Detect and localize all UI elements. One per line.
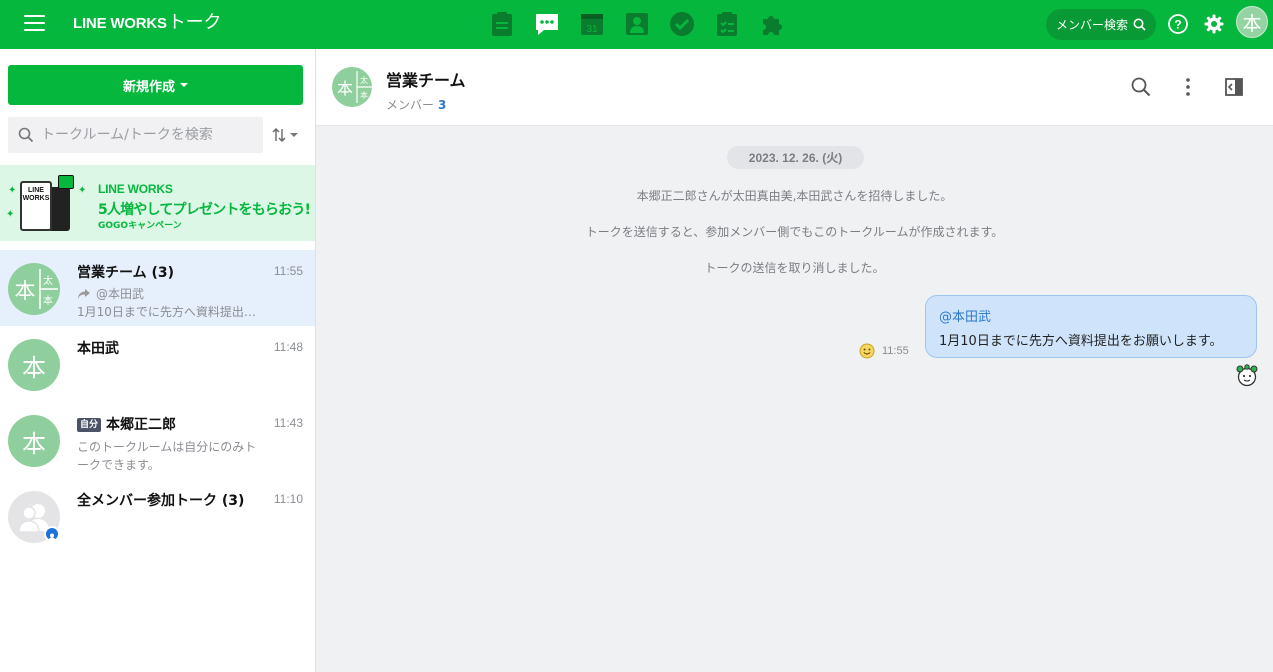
system-message: 本郷正二郎さんが太田真由美,本田武さんを招待しました。: [636, 189, 953, 203]
talk-room-item[interactable]: 本 自分 本郷正二郎 11:43 このトークルームは自分にのみトークできます。: [0, 402, 315, 478]
member-search-button[interactable]: メンバー検索: [1046, 9, 1156, 40]
talk-search-input[interactable]: [41, 127, 251, 143]
new-talk-button[interactable]: 新規作成: [8, 65, 303, 105]
room-name: 本田武: [77, 341, 119, 357]
top-bar: LINE WORKSトーク 31 メンバー検索 ? 本: [0, 0, 1273, 49]
talk-room-item[interactable]: 本 本田武 11:48: [0, 326, 315, 402]
members-label: メンバー: [386, 98, 435, 112]
menu-icon[interactable]: [24, 15, 45, 32]
message-mention[interactable]: @本田武: [939, 306, 1256, 325]
caret-down-icon: [290, 133, 298, 137]
system-message: トークの送信を取り消しました。: [704, 261, 885, 275]
search-icon: [18, 127, 34, 143]
sparkle-icon: ✦: [6, 209, 15, 220]
sparkle-icon: ✦: [8, 185, 17, 196]
app-title: LINE WORKSトーク: [73, 11, 221, 36]
user-avatar: 本: [8, 415, 60, 467]
gift-icon: [58, 175, 74, 189]
sort-icon: [272, 128, 286, 142]
talk-icon[interactable]: [533, 10, 561, 38]
extension-icon[interactable]: [758, 10, 786, 38]
avatar-char-small: 本: [43, 294, 53, 307]
survey-icon[interactable]: [713, 10, 741, 38]
room-name: 営業チーム (3): [77, 265, 174, 281]
avatar-char: 本: [337, 79, 353, 98]
talk-room-list: 本 太 本 営業チーム (3) 11:55 @本田武 1月10日までに先方へ資料…: [0, 250, 315, 554]
message-text: 1月10日までに先方へ資料提出をお願いします。: [939, 334, 1223, 349]
svg-text:31: 31: [586, 24, 598, 35]
gear-icon[interactable]: [1203, 13, 1225, 35]
room-name: 本郷正二郎: [106, 417, 177, 433]
caret-down-icon: [180, 83, 188, 87]
avatar-char-small: 本: [360, 90, 368, 100]
read-mascot-icon: [1235, 363, 1259, 387]
sparkle-icon: ✦: [78, 185, 87, 196]
board-icon[interactable]: [488, 10, 516, 38]
chat-area: 2023. 12. 26. (火) 本郷正二郎さんが太田真由美,本田武さんを招待…: [316, 126, 1273, 672]
search-icon: [1133, 18, 1146, 31]
member-count[interactable]: メンバー 3: [386, 96, 446, 113]
phone-illustration: LINE WORKS: [20, 181, 52, 231]
room-time: 11:48: [273, 340, 303, 354]
banner-brand: LINE WORKS: [98, 182, 173, 196]
banner-headline: 5人増やしてプレゼントをもらおう!: [98, 202, 311, 218]
campaign-banner[interactable]: ✦ ✦ ✦ LINE WORKS LINE WORKS 5人増やしてプレゼントを…: [0, 165, 315, 241]
new-talk-label: 新規作成: [122, 79, 175, 95]
system-message: トークを送信すると、参加メンバー側でもこのトークルームが作成されます。: [585, 225, 1004, 239]
talk-search-box: [8, 117, 263, 153]
avatar-char-small: 太: [43, 274, 53, 287]
talk-room-item[interactable]: 全メンバー参加トーク (3) 11:10: [0, 478, 315, 554]
banner-campaign: GOGOキャンペーン: [98, 221, 182, 231]
talk-room-item[interactable]: 本 太 本 営業チーム (3) 11:55 @本田武 1月10日までに先方へ資料…: [0, 250, 315, 326]
room-name-wrap: 自分 本郷正二郎: [77, 414, 176, 434]
room-last-message: 1月10日までに先方へ資料提出…: [77, 305, 256, 319]
room-last-message-mention: @本田武: [77, 285, 144, 302]
smiley-icon[interactable]: [859, 343, 875, 359]
avatar-char: 本: [15, 279, 36, 303]
room-time: 11:43: [273, 416, 303, 430]
mention-text: @本田武: [96, 287, 145, 301]
user-avatar[interactable]: 本: [1236, 6, 1268, 38]
room-name: 全メンバー参加トーク (3): [77, 493, 245, 509]
room-preview: このトークルームは自分にのみトークできます。: [77, 440, 257, 472]
calendar-icon[interactable]: 31: [578, 10, 606, 38]
more-icon[interactable]: [1177, 76, 1199, 98]
user-avatar: 本: [8, 339, 60, 391]
task-icon[interactable]: [668, 10, 696, 38]
phone-logo: LINE WORKS: [22, 187, 50, 202]
brand-name: LINE WORKS: [73, 15, 167, 32]
svg-text:?: ?: [1174, 18, 1181, 32]
avatar-char-small: 太: [360, 75, 368, 85]
group-avatar: 本 太 本: [8, 263, 60, 315]
forward-icon: [78, 288, 90, 299]
chat-header: 本 太 本 営業チーム メンバー 3: [316, 49, 1273, 126]
search-icon[interactable]: [1130, 76, 1152, 98]
sidebar: 新規作成 ✦ ✦ ✦ LINE WORKS LINE WORKS 5人増やしてプ…: [0, 49, 316, 672]
chat-title[interactable]: 営業チーム: [386, 67, 466, 91]
contacts-icon[interactable]: [623, 10, 651, 38]
date-divider: 2023. 12. 26. (火): [727, 146, 864, 169]
organization-icon: [44, 526, 60, 542]
message-bubble[interactable]: @本田武 1月10日までに先方へ資料提出をお願いします。: [925, 295, 1257, 358]
sort-button[interactable]: [271, 125, 301, 145]
room-time: 11:10: [273, 492, 303, 506]
members-number: 3: [438, 98, 447, 112]
side-panel-icon[interactable]: [1223, 76, 1245, 98]
member-search-label: メンバー検索: [1056, 18, 1129, 32]
self-badge: 自分: [77, 418, 102, 432]
message-time: 11:55: [882, 345, 909, 357]
group-avatar: 本 太 本: [332, 67, 372, 107]
brand-sub: トーク: [167, 12, 222, 33]
room-time: 11:55: [273, 264, 303, 278]
help-icon[interactable]: ?: [1167, 13, 1189, 35]
